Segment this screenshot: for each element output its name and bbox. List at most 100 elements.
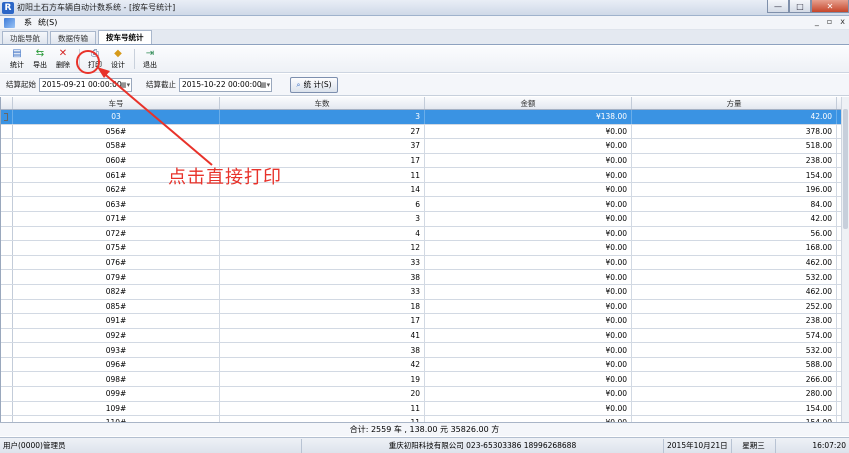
cell-count[interactable]: 4 [220, 226, 425, 241]
row-indicator[interactable] [1, 270, 13, 284]
cell-car[interactable]: 063# [13, 197, 220, 212]
cell-amount[interactable]: ¥0.00 [425, 241, 632, 255]
table-row[interactable]: 072# 4 ¥0.00 56.00 [1, 226, 849, 242]
cell-volume[interactable]: 238.00 [632, 314, 837, 328]
export-button[interactable]: ⇆ 导出 [29, 47, 51, 72]
row-indicator[interactable] [1, 212, 13, 226]
cell-car[interactable]: 082# [13, 284, 220, 299]
column-header-car[interactable]: 车号 [13, 97, 220, 109]
cell-count[interactable]: 18 [220, 299, 425, 314]
cell-amount[interactable]: ¥0.00 [425, 168, 632, 182]
cell-amount[interactable]: ¥0.00 [425, 343, 632, 357]
table-row[interactable]: 058# 37 ¥0.00 518.00 [1, 139, 849, 154]
cell-car[interactable]: 109# [13, 401, 220, 416]
end-date-picker[interactable]: 2015-10-22 00:00:00 ▦▾ [179, 77, 272, 92]
table-row[interactable]: 062# 14 ¥0.00 196.00 [1, 182, 849, 198]
cell-car[interactable]: 091# [13, 314, 220, 328]
row-indicator[interactable] [1, 197, 13, 212]
cell-count[interactable]: 41 [220, 328, 425, 343]
row-indicator[interactable] [1, 299, 13, 314]
cell-car[interactable]: 092# [13, 328, 220, 343]
cell-car[interactable]: 075# [13, 241, 220, 255]
cell-count[interactable]: 20 [220, 386, 425, 401]
table-row[interactable]: 056# 27 ¥0.00 378.00 [1, 124, 849, 140]
table-row[interactable]: 085# 18 ¥0.00 252.00 [1, 299, 849, 315]
cell-volume[interactable]: 154.00 [632, 401, 837, 416]
cell-amount[interactable]: ¥0.00 [425, 401, 632, 416]
cell-volume[interactable]: 238.00 [632, 153, 837, 168]
mdi-restore-button[interactable]: ▫ [827, 17, 832, 26]
cell-amount[interactable]: ¥0.00 [425, 357, 632, 372]
calendar-dropdown-icon[interactable]: ▦▾ [260, 81, 270, 90]
cell-volume[interactable]: 462.00 [632, 255, 837, 270]
row-indicator[interactable] [1, 110, 13, 124]
cell-volume[interactable]: 42.00 [632, 212, 837, 226]
row-indicator[interactable] [1, 241, 13, 255]
row-indicator[interactable] [1, 182, 13, 197]
cell-amount[interactable]: ¥0.00 [425, 314, 632, 328]
row-indicator[interactable] [1, 401, 13, 416]
table-row[interactable]: 076# 33 ¥0.00 462.00 [1, 255, 849, 271]
cell-volume[interactable]: 532.00 [632, 343, 837, 357]
cell-count[interactable]: 17 [220, 314, 425, 328]
row-indicator[interactable] [1, 226, 13, 241]
cell-count[interactable]: 33 [220, 284, 425, 299]
row-indicator[interactable] [1, 386, 13, 401]
cell-count[interactable]: 11 [220, 401, 425, 416]
cell-volume[interactable]: 532.00 [632, 270, 837, 284]
statistics-button[interactable]: ⌕ 统 计(S) [290, 76, 338, 93]
cell-volume[interactable]: 154.00 [632, 168, 837, 182]
mdi-close-button[interactable]: x [840, 17, 845, 26]
cell-volume[interactable]: 196.00 [632, 182, 837, 197]
cell-volume[interactable]: 378.00 [632, 124, 837, 139]
row-indicator[interactable] [1, 343, 13, 357]
cell-car[interactable]: 072# [13, 226, 220, 241]
tab-data-transfer[interactable]: 数据传输 [50, 31, 96, 44]
cell-car[interactable]: 058# [13, 139, 220, 153]
table-row[interactable]: 061# 11 ¥0.00 154.00 [1, 168, 849, 183]
cell-volume[interactable]: 56.00 [632, 226, 837, 241]
cell-count[interactable]: 38 [220, 343, 425, 357]
cell-car[interactable]: 085# [13, 299, 220, 314]
table-row[interactable]: 092# 41 ¥0.00 574.00 [1, 328, 849, 344]
cell-amount[interactable]: ¥0.00 [425, 284, 632, 299]
cell-volume[interactable]: 168.00 [632, 241, 837, 255]
table-row[interactable]: 063# 6 ¥0.00 84.00 [1, 197, 849, 213]
cell-amount[interactable]: ¥0.00 [425, 299, 632, 314]
table-row[interactable]: 098# 19 ¥0.00 266.00 [1, 372, 849, 387]
cell-amount[interactable]: ¥0.00 [425, 212, 632, 226]
cell-count[interactable]: 3 [220, 212, 425, 226]
mdi-minimize-button[interactable]: _ [815, 17, 819, 26]
statistics-button[interactable]: ▤ 统计 [6, 47, 28, 72]
cell-volume[interactable]: 266.00 [632, 372, 837, 386]
cell-amount[interactable]: ¥0.00 [425, 372, 632, 386]
table-row[interactable]: 079# 38 ¥0.00 532.00 [1, 270, 849, 285]
tab-car-statistics[interactable]: 按车号统计 [98, 30, 152, 44]
scrollbar-thumb[interactable] [843, 109, 848, 229]
row-indicator[interactable] [1, 255, 13, 270]
start-date-picker[interactable]: 2015-09-21 00:00:00 ▦▾ [39, 77, 132, 92]
design-button[interactable]: ◆ 设计 [107, 47, 129, 72]
cell-car[interactable]: 071# [13, 212, 220, 226]
row-indicator[interactable] [1, 328, 13, 343]
print-button[interactable]: ⎙ 打印 [84, 47, 106, 72]
row-indicator[interactable] [1, 372, 13, 386]
cell-amount[interactable]: ¥0.00 [425, 226, 632, 241]
cell-amount[interactable]: ¥0.00 [425, 328, 632, 343]
close-button[interactable]: ✕ [811, 0, 849, 13]
cell-count[interactable]: 3 [220, 110, 425, 124]
table-row[interactable]: 096# 42 ¥0.00 588.00 [1, 357, 849, 373]
row-indicator[interactable] [1, 168, 13, 182]
row-indicator[interactable] [1, 357, 13, 372]
cell-car[interactable]: 079# [13, 270, 220, 284]
cell-car[interactable]: 096# [13, 357, 220, 372]
mdi-window-icon[interactable] [4, 17, 15, 28]
calendar-dropdown-icon[interactable]: ▦▾ [120, 81, 130, 90]
cell-volume[interactable]: 252.00 [632, 299, 837, 314]
cell-volume[interactable]: 462.00 [632, 284, 837, 299]
cell-amount[interactable]: ¥0.00 [425, 139, 632, 153]
cell-amount[interactable]: ¥0.00 [425, 197, 632, 212]
cell-amount[interactable]: ¥0.00 [425, 153, 632, 168]
column-header-amount[interactable]: 金额 [425, 97, 632, 109]
cell-count[interactable]: 38 [220, 270, 425, 284]
